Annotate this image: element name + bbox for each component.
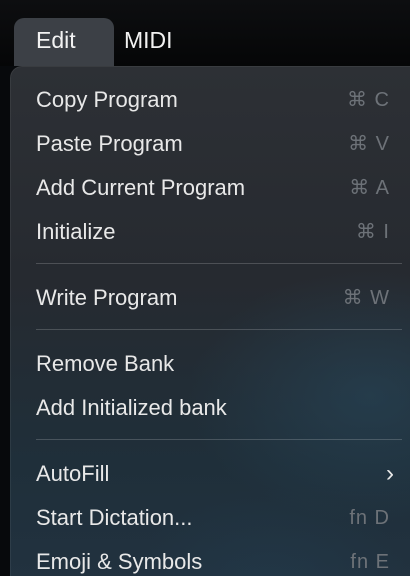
menu-item-start-dictation[interactable]: Start Dictation... fn D xyxy=(36,498,396,538)
menu-item-label: Copy Program xyxy=(36,87,178,112)
menu-item-label: Remove Bank xyxy=(36,351,175,376)
menu-separator xyxy=(36,439,402,440)
menu-item-paste-program[interactable]: Paste Program ⌘ V xyxy=(36,124,396,164)
menubar-item-edit[interactable]: Edit xyxy=(14,18,114,66)
menu-item-copy-program[interactable]: Copy Program ⌘ C xyxy=(36,80,396,120)
shortcut-label: ⌘ W xyxy=(342,287,390,309)
shortcut-label: ⌘ V xyxy=(348,133,390,155)
menu-separator xyxy=(36,329,402,330)
shortcut-label: ⌘ I xyxy=(355,221,390,243)
menu-item-initialize[interactable]: Initialize ⌘ I xyxy=(36,212,396,252)
shortcut-label: ⌘ A xyxy=(349,177,390,199)
menu-separator xyxy=(36,263,402,264)
menu-item-label: Write Program xyxy=(36,285,178,310)
menu-item-autofill[interactable]: AutoFill › xyxy=(36,454,396,494)
menubar-item-midi[interactable]: MIDI xyxy=(124,18,173,70)
chevron-right-icon: › xyxy=(386,460,394,487)
menu-item-label: AutoFill xyxy=(36,461,110,486)
menu-item-label: Start Dictation... xyxy=(36,505,193,530)
shortcut-label: fn D xyxy=(349,507,390,529)
shortcut-label: fn E xyxy=(350,551,390,573)
menu-item-label: Emoji & Symbols xyxy=(36,549,203,574)
menu-item-label: Paste Program xyxy=(36,131,183,156)
menu-item-label: Add Initialized bank xyxy=(36,395,227,420)
edit-menu-dropdown: Copy Program ⌘ C Paste Program ⌘ V Add C… xyxy=(10,66,410,576)
menu-item-add-current-program[interactable]: Add Current Program ⌘ A xyxy=(36,168,396,208)
menu-item-remove-bank[interactable]: Remove Bank xyxy=(36,344,396,384)
screen: Edit MIDI Copy Program ⌘ C Paste Program… xyxy=(0,0,410,576)
shortcut-label: ⌘ C xyxy=(347,89,390,111)
menu-item-label: Add Current Program xyxy=(36,175,246,200)
menu-item-add-initialized-bank[interactable]: Add Initialized bank xyxy=(36,388,396,428)
menu-item-emoji-symbols[interactable]: Emoji & Symbols fn E xyxy=(36,542,396,576)
menu-item-write-program[interactable]: Write Program ⌘ W xyxy=(36,278,396,318)
menu-bar: Edit MIDI xyxy=(0,0,410,66)
menu-item-label: Initialize xyxy=(36,219,116,244)
